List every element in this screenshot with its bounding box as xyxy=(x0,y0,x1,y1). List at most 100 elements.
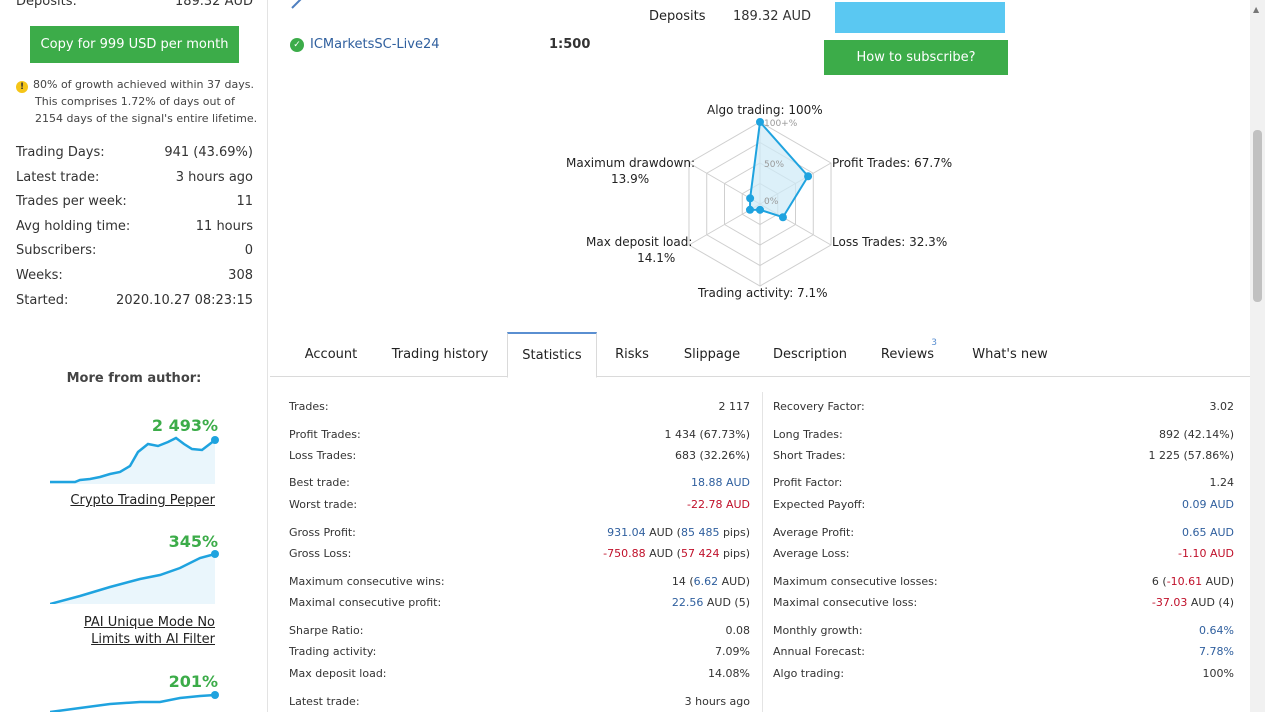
stat-row: Profit Factor: 1.24 xyxy=(773,474,1234,492)
stat-label: Average Loss: xyxy=(773,547,850,560)
radar-scale-label: 100+% xyxy=(764,119,798,129)
stat-value: 100% xyxy=(1202,667,1234,680)
stat-value: 7.09% xyxy=(715,645,750,658)
scroll-up-icon[interactable]: ▲ xyxy=(1253,5,1259,14)
author-signal-card[interactable]: 201% xyxy=(40,670,230,712)
stat-row: Profit Trades: 1 434 (67.73%) xyxy=(289,426,750,444)
stat-value-part: -750.88 xyxy=(603,547,646,560)
server-name: ICMarketsSC-Live24 xyxy=(310,37,440,52)
stat-row: Gross Loss: -750.88 AUD (57 424 pips) xyxy=(289,545,750,563)
summary-value: 0 xyxy=(244,243,253,259)
tab-description[interactable]: Description xyxy=(765,332,855,377)
summary-value: 3 hours ago xyxy=(175,169,253,185)
stat-label: Maximum consecutive wins: xyxy=(289,575,445,588)
stat-label: Average Profit: xyxy=(773,526,855,539)
verified-shield-icon: ✓ xyxy=(290,37,304,52)
growth-note-detail: This comprises 1.72% of days out of 2154… xyxy=(35,95,258,125)
stat-value-part: AUD ( xyxy=(645,547,681,560)
tab-slippage[interactable]: Slippage xyxy=(672,332,752,377)
stat-row: Average Profit: 0.65 AUD xyxy=(773,524,1234,542)
author-signal-card[interactable]: 2 493% Crypto Trading Pepper xyxy=(40,414,230,514)
stat-row: Gross Profit: 931.04 AUD (85 485 pips) xyxy=(289,524,750,542)
stat-value-part: 931.04 xyxy=(607,526,646,539)
tab-label: Account xyxy=(304,347,358,362)
stat-label: Maximal consecutive profit: xyxy=(289,596,442,609)
stat-value-part: -37.03 xyxy=(1151,596,1188,609)
author-signal-link[interactable]: PAI Unique Mode No Limits with AI Filter xyxy=(65,614,215,648)
stat-row: Worst trade: -22.78 AUD xyxy=(289,496,750,514)
stat-row: Expected Payoff: 0.09 AUD xyxy=(773,496,1234,514)
stat-row: Short Trades: 1 225 (57.86%) xyxy=(773,447,1234,465)
statistics-left-column: Trades: 2 117 Profit Trades: 1 434 (67.73%… xyxy=(289,392,750,712)
stat-row: Sharpe Ratio: 0.08 xyxy=(289,622,750,640)
stat-value: -750.88 AUD (57 424 pips) xyxy=(603,545,750,563)
scrollbar-thumb[interactable] xyxy=(1253,130,1262,302)
tab-risks[interactable]: Risks xyxy=(607,332,657,377)
stat-value-part: 22.56 xyxy=(671,596,704,609)
radar-label-algo: Algo trading: 100% xyxy=(707,103,823,117)
stat-value: 1 434 (67.73%) xyxy=(664,428,750,441)
stat-row: Latest trade: 3 hours ago xyxy=(289,693,750,711)
copy-subscribe-button[interactable]: Copy for 999 USD per month xyxy=(30,26,239,63)
stat-value: 931.04 AUD (85 485 pips) xyxy=(607,524,750,542)
radar-label-activity: Trading activity: 7.1% xyxy=(698,286,828,300)
stat-value: 0.64% xyxy=(1199,624,1234,637)
stat-value-part: pips) xyxy=(719,526,750,539)
stat-value: -37.03 AUD (4) xyxy=(1152,594,1234,612)
stat-value-part: 85 485 xyxy=(680,526,720,539)
stat-row: Maximum consecutive wins: 14 (6.62 AUD) xyxy=(289,573,750,591)
stat-label: Expected Payoff: xyxy=(773,498,866,511)
radar-label-drawdown-value: 13.9% xyxy=(611,172,650,186)
radar-label-drawdown-title: Maximum drawdown: xyxy=(566,156,696,170)
header-deposits-value: 189.32 AUD xyxy=(733,9,812,24)
stat-label: Recovery Factor: xyxy=(773,400,865,413)
stat-value: 18.88 AUD xyxy=(690,476,750,489)
server-link[interactable]: ✓ ICMarketsSC-Live24 xyxy=(290,37,439,52)
author-signal-link[interactable]: Crypto Trading Pepper xyxy=(70,492,215,509)
growth-note: ! 80% of growth achieved within 37 days. … xyxy=(16,76,261,127)
stat-label: Long Trades: xyxy=(773,428,843,441)
summary-label: Avg holding time: xyxy=(16,218,131,234)
tab-account[interactable]: Account xyxy=(290,332,372,377)
stat-label: Profit Trades: xyxy=(289,428,361,441)
stat-value: -1.10 AUD xyxy=(1177,547,1234,560)
stat-value: 7.78% xyxy=(1199,645,1234,658)
radar-point-activity xyxy=(756,205,764,214)
tab-label: What's new xyxy=(972,347,1048,362)
growth-note-line1: 80% of growth achieved within 37 days. xyxy=(33,78,254,91)
stat-label: Latest trade: xyxy=(289,695,360,708)
summary-row: Subscribers: 0 xyxy=(16,241,253,266)
stat-value: 0.09 AUD xyxy=(1181,498,1234,511)
stat-value-part: AUD ( xyxy=(645,526,681,539)
radar-point-algo xyxy=(756,118,764,126)
how-to-subscribe-button[interactable]: How to subscribe? xyxy=(824,40,1008,75)
signal-summary: Trading Days: 941 (43.69%) Latest trade: 3… xyxy=(16,143,253,315)
stat-value: -22.78 AUD xyxy=(686,498,750,511)
stat-value-part: AUD (5) xyxy=(703,596,750,609)
stat-label: Loss Trades: xyxy=(289,449,357,462)
summary-label: Subscribers: xyxy=(16,243,97,259)
scrollbar[interactable]: ▲ xyxy=(1250,0,1265,712)
stat-value: 6 (-10.61 AUD) xyxy=(1152,573,1234,591)
tab-label: Trading history xyxy=(391,347,489,362)
stat-value-part: AUD) xyxy=(718,575,750,588)
stat-value: 14 (6.62 AUD) xyxy=(672,573,750,591)
tab-statistics[interactable]: Statistics xyxy=(507,332,597,378)
summary-row: Trades per week: 11 xyxy=(16,192,253,217)
statistics-right-column: Recovery Factor: 3.02 Long Trades: 892 (42… xyxy=(773,392,1234,712)
stat-value: 0.65 AUD xyxy=(1181,526,1234,539)
summary-row: Started: 2020.10.27 08:23:15 xyxy=(16,291,253,316)
pencil-icon[interactable] xyxy=(290,0,306,10)
tab-whats-new[interactable]: What's new xyxy=(965,332,1055,377)
radar-label-deposit-load-title: Max deposit load: xyxy=(586,235,693,249)
summary-row: Weeks: 308 xyxy=(16,266,253,291)
stat-label: Maximum consecutive losses: xyxy=(773,575,938,588)
author-signal-card[interactable]: 345% PAI Unique Mode No Limits with AI F… xyxy=(40,530,230,650)
tab-trading-history[interactable]: Trading history xyxy=(382,332,498,377)
summary-row: Latest trade: 3 hours ago xyxy=(16,168,253,193)
stat-label: Trading activity: xyxy=(289,645,377,658)
stat-row: Monthly growth: 0.64% xyxy=(773,622,1234,640)
tab-reviews[interactable]: Reviews 3 xyxy=(870,332,945,377)
reviews-count-badge: 3 xyxy=(931,338,937,348)
summary-label: Trading Days: xyxy=(16,145,105,160)
